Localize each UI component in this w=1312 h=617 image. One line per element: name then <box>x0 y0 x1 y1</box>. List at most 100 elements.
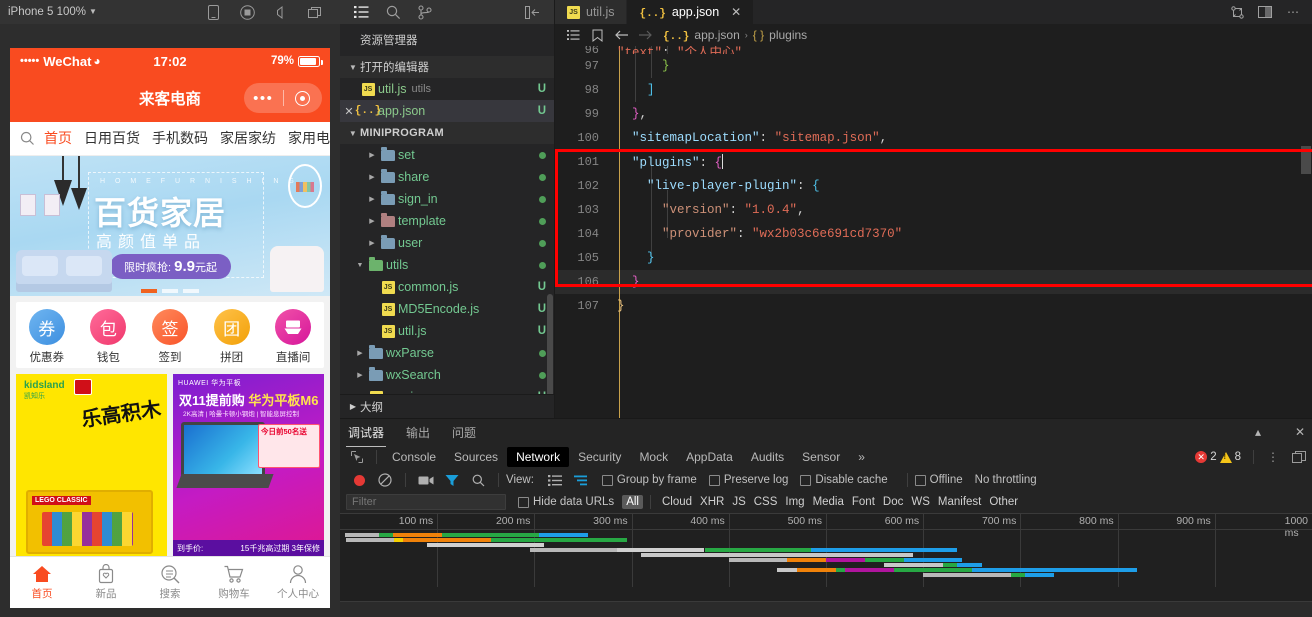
panel-tab-problems[interactable]: 问题 <box>450 421 478 444</box>
tree-item-wxsearch[interactable]: ▶ wxSearch <box>340 364 554 386</box>
devtools-tab-sensor[interactable]: Sensor <box>793 447 849 467</box>
chevron-right-icon[interactable]: ▶ <box>366 173 378 181</box>
filter-type-js[interactable]: JS <box>728 495 749 509</box>
device-selector[interactable]: iPhone 5 100% ▼ <box>8 6 97 18</box>
devtools-tab-sources[interactable]: Sources <box>445 447 507 467</box>
filter-type-other[interactable]: Other <box>985 495 1022 509</box>
close-icon[interactable]: ✕ <box>1288 425 1312 439</box>
list-icon[interactable] <box>346 0 376 24</box>
breadcrumb-node[interactable]: plugins <box>769 28 807 42</box>
tree-item-set[interactable]: ▶ set <box>340 144 554 166</box>
code-editor[interactable]: 96 "text": "个人中心" 97 } 98 ] 99 }, 100 "si… <box>555 46 1312 418</box>
banner-dot-0[interactable] <box>141 289 157 293</box>
promo-banner[interactable]: H O M E F U R N I S H I N G 百货家居 高颜值单品 限… <box>10 156 330 296</box>
chevron-right-icon[interactable]: ▶ <box>366 217 378 225</box>
filter-type-css[interactable]: CSS <box>750 495 782 509</box>
open-editor-util-js[interactable]: JS util.js utils U <box>340 78 554 100</box>
devtools-tab-security[interactable]: Security <box>569 447 630 467</box>
throttling-select[interactable]: No throttling <box>975 474 1037 486</box>
forward-arrow-icon[interactable] <box>633 24 657 46</box>
volume-icon[interactable] <box>264 0 298 24</box>
list-view-icon[interactable] <box>542 469 568 491</box>
tree-item-user[interactable]: ▶ user <box>340 232 554 254</box>
filter-type-manifest[interactable]: Manifest <box>934 495 985 509</box>
tree-item-util-js[interactable]: JS util.js U <box>340 320 554 342</box>
tabbar-item-new[interactable]: 新品 <box>74 564 138 601</box>
filter-type-font[interactable]: Font <box>848 495 879 509</box>
devtools-tab-mock[interactable]: Mock <box>630 447 677 467</box>
filter-type-ws[interactable]: WS <box>907 495 934 509</box>
quick-entry-wallet[interactable]: 包 钱包 <box>80 309 136 365</box>
capsule-close-icon[interactable] <box>283 90 322 106</box>
open-editors-header[interactable]: ▼ 打开的编辑器 <box>340 56 554 78</box>
inspect-element-icon[interactable] <box>344 445 370 469</box>
chevron-down-icon[interactable]: ▼ <box>354 262 366 269</box>
back-arrow-icon[interactable] <box>609 24 633 46</box>
tabbar-item-home[interactable]: 首页 <box>10 564 74 601</box>
search-icon[interactable] <box>378 0 408 24</box>
tree-item-template[interactable]: ▶ template <box>340 210 554 232</box>
chevron-right-icon[interactable]: ▶ <box>366 195 378 203</box>
outline-section[interactable]: ▶ 大纲 <box>340 394 554 418</box>
hide-data-urls-checkbox[interactable]: Hide data URLs <box>518 496 614 508</box>
devtools-tab-audits[interactable]: Audits <box>742 447 793 467</box>
capsule-button[interactable]: ••• <box>244 83 322 113</box>
devtools-tab-appdata[interactable]: AppData <box>677 447 742 467</box>
tree-item-wxparse[interactable]: ▶ wxParse <box>340 342 554 364</box>
filter-type-xhr[interactable]: XHR <box>696 495 728 509</box>
offline-checkbox[interactable]: Offline <box>914 474 963 486</box>
dock-side-icon[interactable] <box>1286 445 1312 469</box>
quick-entry-live[interactable]: 直播间 <box>265 309 321 365</box>
network-waterfall[interactable]: 100 ms 200 ms 300 ms 400 ms 500 ms 600 ms 700 … <box>340 513 1312 601</box>
tree-item-md5encode-js[interactable]: JS MD5Encode.js U <box>340 298 554 320</box>
preserve-log-checkbox[interactable]: Preserve log <box>708 474 788 486</box>
filter-type-all[interactable]: All <box>622 495 643 509</box>
tabbar-item-profile[interactable]: 个人中心 <box>266 564 330 601</box>
filter-type-doc[interactable]: Doc <box>879 495 907 509</box>
devtools-tab-more[interactable]: » <box>849 447 874 467</box>
product-card-lego[interactable]: kidsland 凯知乐 乐高积木 <box>16 374 167 556</box>
category-tab-3[interactable]: 家居家纺 <box>220 128 276 150</box>
filter-type-img[interactable]: Img <box>781 495 808 509</box>
category-tab-0[interactable]: 首页 <box>44 128 72 155</box>
group-by-frame-checkbox[interactable]: Group by frame <box>601 474 697 486</box>
devtools-tab-network[interactable]: Network <box>507 447 570 467</box>
panel-tab-output[interactable]: 输出 <box>404 421 432 444</box>
tabbar-item-search[interactable]: 搜索 <box>138 564 202 601</box>
chevron-right-icon[interactable]: ▶ <box>366 239 378 247</box>
banner-dot-1[interactable] <box>162 289 178 293</box>
more-icon[interactable]: ⋯ <box>1280 0 1306 24</box>
search-input[interactable] <box>346 494 506 510</box>
project-root-header[interactable]: ▼ MINIPROGRAM <box>340 122 554 144</box>
devtools-tab-console[interactable]: Console <box>383 447 445 467</box>
editor-scrollbar[interactable] <box>1301 146 1311 174</box>
banner-dot-2[interactable] <box>183 289 199 293</box>
record-button[interactable] <box>346 469 372 491</box>
waterfall-view-icon[interactable] <box>568 469 594 491</box>
capsule-menu-icon[interactable]: ••• <box>244 91 283 106</box>
clear-button[interactable] <box>372 469 398 491</box>
filter-button[interactable] <box>439 469 465 491</box>
collapse-sidebar-icon[interactable] <box>518 0 548 24</box>
quick-entry-group[interactable]: 团 拼团 <box>204 309 260 365</box>
layout-icon[interactable] <box>1252 0 1278 24</box>
tree-item-app-js[interactable]: JSapp.js U <box>340 386 554 394</box>
chevron-right-icon[interactable]: ▶ <box>354 371 366 379</box>
tree-item-sign-in[interactable]: ▶ sign_in <box>340 188 554 210</box>
tabbar-item-cart[interactable]: 购物车 <box>202 564 266 601</box>
editor-tab-util-js[interactable]: JS util.js <box>555 0 628 24</box>
more-options-icon[interactable]: ⋮ <box>1260 445 1286 469</box>
collapse-icon[interactable]: ▴ <box>1246 425 1270 439</box>
bookmark-icon[interactable] <box>585 24 609 46</box>
open-editor-app-json[interactable]: ✕ {..} app.json U <box>340 100 554 122</box>
disable-cache-checkbox[interactable]: Disable cache <box>800 474 888 486</box>
search-button[interactable] <box>465 469 491 491</box>
phone-icon[interactable] <box>196 0 230 24</box>
tree-item-share[interactable]: ▶ share <box>340 166 554 188</box>
category-tab-2[interactable]: 手机数码 <box>152 128 208 150</box>
search-icon[interactable] <box>10 131 44 146</box>
banner-promo-pill[interactable]: 限时疯抢: 9.9元起 <box>110 254 231 279</box>
filter-type-media[interactable]: Media <box>809 495 848 509</box>
close-icon[interactable]: ✕ <box>731 5 741 19</box>
window-icon[interactable] <box>298 0 332 24</box>
